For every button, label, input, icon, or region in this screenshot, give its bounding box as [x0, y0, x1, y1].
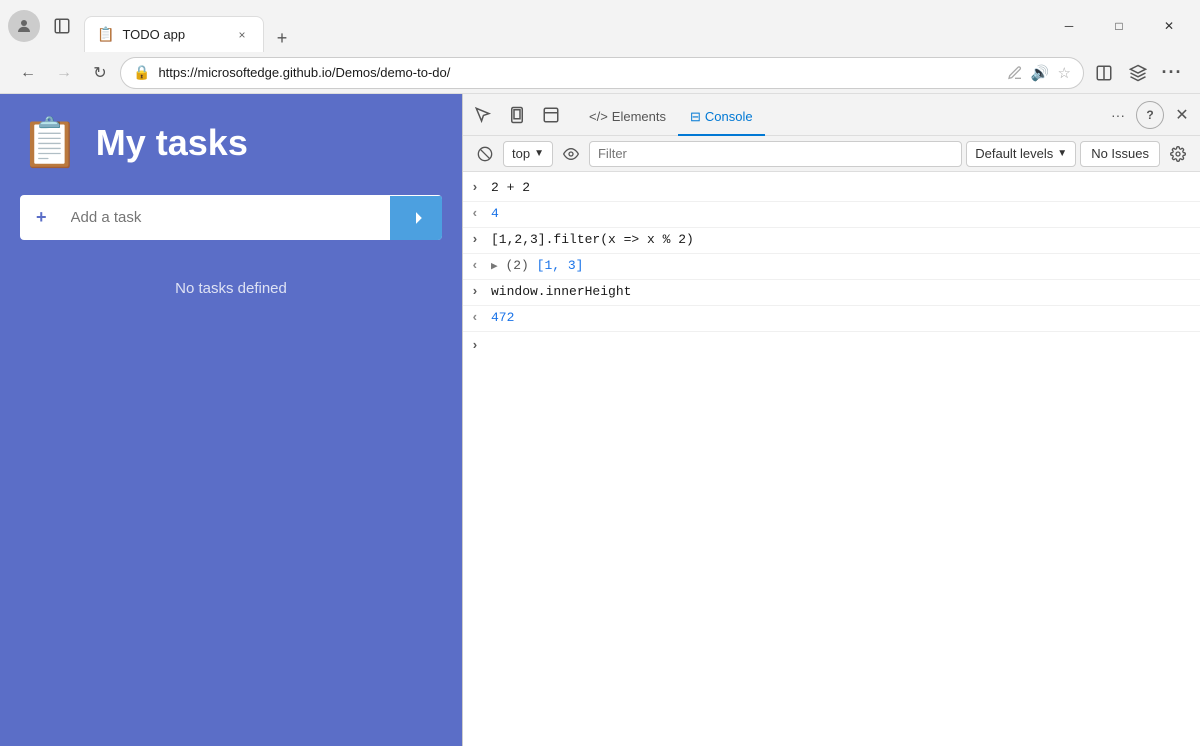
console-line: ‹ ▶ (2) [1, 3] [463, 254, 1200, 280]
tab-close-button[interactable]: × [233, 26, 251, 44]
console-output-expand: ▶ (2) [1, 3] [491, 258, 1192, 273]
devtools-toolbar-right: ··· ? ✕ [1104, 101, 1196, 129]
levels-dropdown-icon: ▼ [1057, 148, 1067, 159]
url-text: https://microsoftedge.github.io/Demos/de… [158, 65, 998, 80]
devtools-device-button[interactable] [501, 99, 533, 131]
content-area: 📋 My tasks + No tasks defined [0, 94, 1200, 746]
sidebar-toggle-icon[interactable] [48, 12, 76, 40]
console-output: › 2 + 2 ‹ 4 › [1,2,3].filter(x => x % 2)… [463, 172, 1200, 746]
close-window-button[interactable]: ✕ [1146, 10, 1192, 42]
devtools-more-button[interactable]: ··· [1104, 101, 1132, 129]
collection-icon [1007, 65, 1023, 81]
devtools-tab-elements[interactable]: </> Elements [577, 100, 678, 136]
devtools-tab-console[interactable]: ⊟ Console [678, 100, 765, 136]
read-aloud-icon: 🔊 [1031, 64, 1050, 82]
console-eye-button[interactable] [557, 140, 585, 168]
nav-right-buttons: ··· [1088, 57, 1188, 89]
console-line: › window.innerHeight [463, 280, 1200, 306]
issues-label: No Issues [1091, 146, 1149, 161]
tabs-bar: 📋 TODO app × + [84, 0, 1038, 52]
console-filter-input[interactable] [589, 141, 962, 167]
console-line: › [1,2,3].filter(x => x % 2) [463, 228, 1200, 254]
maximize-button[interactable]: □ [1096, 10, 1142, 42]
console-context-selector[interactable]: top ▼ [503, 141, 553, 167]
console-input-text: window.innerHeight [491, 284, 1192, 299]
todo-submit-button[interactable] [390, 196, 442, 240]
console-input-arrow: › [471, 284, 491, 299]
todo-add-plus-icon[interactable]: + [20, 195, 63, 240]
split-screen-icon[interactable] [1088, 57, 1120, 89]
nav-bar: ← → ↻ 🔒 https://microsoftedge.github.io/… [0, 52, 1200, 94]
todo-app-title: My tasks [96, 122, 248, 164]
console-line: ‹ 472 [463, 306, 1200, 332]
todo-app-icon: 📋 [20, 114, 80, 171]
profile-icon[interactable] [8, 10, 40, 42]
todo-header: 📋 My tasks [20, 114, 442, 171]
devtools-sidebar-button[interactable] [535, 99, 567, 131]
devtools-toolbar: </> Elements ⊟ Console ··· ? ✕ [463, 94, 1200, 136]
devtools-panel: </> Elements ⊟ Console ··· ? ✕ [462, 94, 1200, 746]
console-output-arrow: ‹ [471, 258, 491, 273]
console-prompt-line[interactable]: › [463, 332, 1200, 358]
back-button[interactable]: ← [12, 57, 44, 89]
console-input-arrow: › [471, 180, 491, 195]
favorites-icon: ☆ [1058, 64, 1071, 82]
console-toolbar: top ▼ Default levels ▼ No Issues [463, 136, 1200, 172]
console-output-text: 4 [491, 206, 1192, 221]
context-label: top [512, 146, 530, 161]
todo-empty-message: No tasks defined [20, 280, 442, 297]
console-input-arrow: › [471, 232, 491, 247]
lock-icon: 🔒 [133, 64, 150, 81]
minimize-button[interactable]: ─ [1046, 10, 1092, 42]
expand-icon[interactable]: ▶ [491, 261, 498, 273]
console-output-text: 472 [491, 310, 1192, 325]
new-tab-button[interactable]: + [268, 24, 296, 52]
active-tab[interactable]: 📋 TODO app × [84, 16, 264, 52]
browser-essentials-icon[interactable] [1122, 57, 1154, 89]
title-bar-left [8, 10, 76, 42]
todo-app: 📋 My tasks + No tasks defined [0, 94, 462, 746]
array-count: (2) [505, 258, 528, 273]
devtools-close-button[interactable]: ✕ [1168, 101, 1196, 129]
refresh-button[interactable]: ↻ [84, 57, 116, 89]
array-value: [1, 3] [537, 258, 584, 273]
devtools-help-button[interactable]: ? [1136, 101, 1164, 129]
browser-window: 📋 TODO app × + ─ □ ✕ ← → ↻ 🔒 https://mic… [0, 0, 1200, 746]
more-options-icon[interactable]: ··· [1156, 57, 1188, 89]
console-prompt-arrow: › [471, 338, 491, 353]
devtools-tabs: </> Elements ⊟ Console [569, 94, 1102, 136]
console-settings-button[interactable] [1164, 140, 1192, 168]
tab-favicon: 📋 [97, 26, 114, 43]
console-clear-button[interactable] [471, 140, 499, 168]
tab-title: TODO app [122, 27, 225, 42]
console-line: ‹ 4 [463, 202, 1200, 228]
title-bar: 📋 TODO app × + ─ □ ✕ [0, 0, 1200, 52]
console-output-arrow: ‹ [471, 310, 491, 325]
console-output-arrow: ‹ [471, 206, 491, 221]
devtools-inspect-button[interactable] [467, 99, 499, 131]
console-line: › 2 + 2 [463, 176, 1200, 202]
console-issues-button[interactable]: No Issues [1080, 141, 1160, 167]
todo-task-input[interactable] [63, 197, 390, 238]
console-input-text: 2 + 2 [491, 180, 1192, 195]
todo-input-row: + [20, 195, 442, 240]
levels-label: Default levels [975, 146, 1053, 161]
window-controls: ─ □ ✕ [1046, 10, 1192, 42]
address-bar[interactable]: 🔒 https://microsoftedge.github.io/Demos/… [120, 57, 1084, 89]
context-dropdown-icon: ▼ [534, 148, 544, 159]
console-input-text: [1,2,3].filter(x => x % 2) [491, 232, 1192, 247]
console-levels-dropdown[interactable]: Default levels ▼ [966, 141, 1076, 167]
forward-button: → [48, 57, 80, 89]
